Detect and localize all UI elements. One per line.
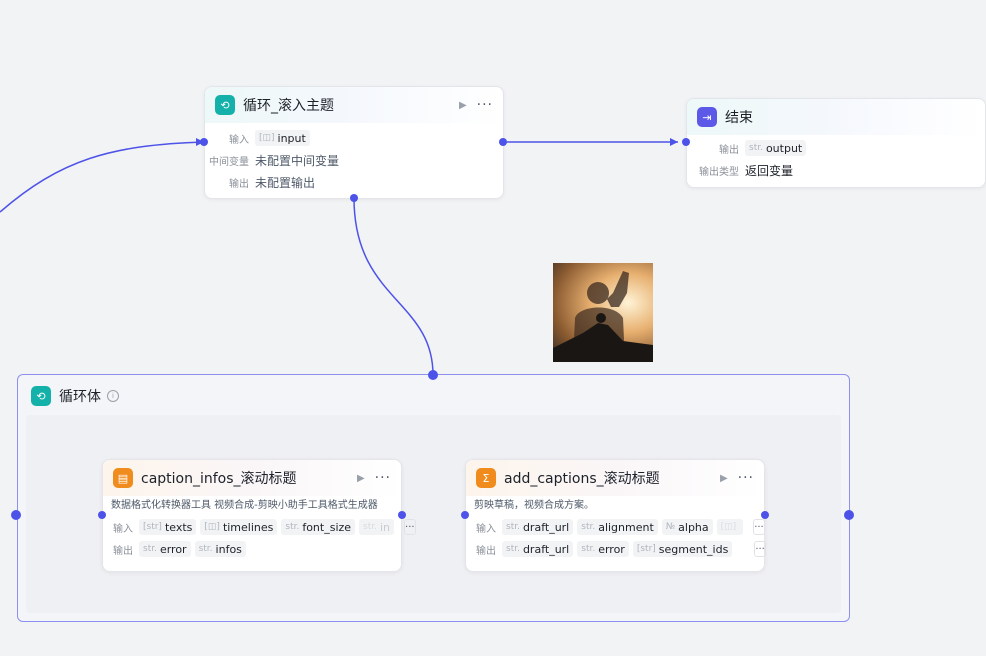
input-label: 输入 <box>229 134 249 146</box>
loop-body-top-port[interactable] <box>428 370 438 380</box>
end-icon: ⇥ <box>697 107 717 127</box>
more-inputs-button[interactable]: ··· <box>404 519 416 535</box>
edge-incoming-loop <box>0 141 205 213</box>
run-icon[interactable]: ▶ <box>720 473 728 484</box>
input-tag: str. alignment <box>577 519 658 535</box>
loop-body-left-port[interactable] <box>11 510 21 520</box>
end-output-label: 输出 <box>719 144 739 156</box>
loop-input-port[interactable] <box>200 138 208 146</box>
loop-body-icon: ⟲ <box>31 386 51 406</box>
caption-input-port[interactable] <box>98 511 106 519</box>
input-tag: № alpha <box>661 519 713 535</box>
output-label: 输出 <box>229 178 249 190</box>
more-icon[interactable]: ··· <box>477 97 493 113</box>
loop-body-port[interactable] <box>350 194 358 202</box>
add-captions-title: add_captions_滚动标题 <box>504 471 660 487</box>
end-output-tag: str. output <box>745 140 807 156</box>
caption-infos-description: 数据格式化转换器工具 视频合成-剪映小助手工具格式生成器 <box>111 500 378 511</box>
add-captions-header[interactable]: Σ add_captions_滚动标题 ▶ ··· <box>466 460 764 496</box>
loop-node-title: 循环_滚入主题 <box>243 98 334 114</box>
loop-body-right-port[interactable] <box>844 510 854 520</box>
edge-loop-to-body <box>353 197 434 376</box>
more-icon[interactable]: ··· <box>738 470 754 486</box>
caption-output-port[interactable] <box>398 511 406 519</box>
add-captions-input-label: 输入 <box>476 523 496 535</box>
run-icon[interactable]: ▶ <box>459 100 467 111</box>
input-tag: [◫] timelines <box>200 519 278 535</box>
caption-infos-node[interactable]: ▤ caption_infos_滚动标题 ▶ ··· 数据格式化转换器工具 视频… <box>102 459 416 572</box>
output-tag: str. error <box>577 541 629 557</box>
add-captions-node[interactable]: Σ add_captions_滚动标题 ▶ ··· 剪映草稿，视频合成方案。 输… <box>465 459 766 572</box>
input-tag: str. font_size <box>281 519 356 535</box>
end-input-port[interactable] <box>682 138 690 146</box>
output-type-value: 返回变量 <box>745 163 794 178</box>
input-tag: str. draft_url <box>502 519 574 535</box>
loop-node-header[interactable]: ⟲ 循环_滚入主题 ▶ ··· <box>205 87 503 123</box>
end-node-title: 结束 <box>725 110 753 126</box>
run-icon[interactable]: ▶ <box>357 473 365 484</box>
input-tag: str. in <box>359 519 395 535</box>
input-tag: [◫] <box>716 519 744 535</box>
plugin-icon: Σ <box>476 468 496 488</box>
middle-variable-label: 中间变量 <box>209 156 249 168</box>
add-captions-output-port[interactable] <box>761 511 769 519</box>
more-inputs-button[interactable]: ··· <box>753 519 765 535</box>
loop-icon: ⟲ <box>215 95 235 115</box>
loop-output-port[interactable] <box>499 138 507 146</box>
output-tag: [str] segment_ids <box>632 541 733 557</box>
output-tag: str. error <box>139 541 191 557</box>
end-node-header[interactable]: ⇥ 结束 <box>687 99 985 135</box>
loop-node[interactable]: ⟲ 循环_滚入主题 ▶ ··· 输入 [◫] input 中间变量 未配置中间变量… <box>204 86 504 199</box>
middle-variable-value: 未配置中间变量 <box>255 153 340 168</box>
plugin-icon: ▤ <box>113 468 133 488</box>
end-node[interactable]: ⇥ 结束 输出 str. output 输出类型 返回变量 <box>686 98 986 188</box>
output-value: 未配置输出 <box>255 175 316 190</box>
output-tag: str. draft_url <box>502 541 574 557</box>
add-captions-input-port[interactable] <box>461 511 469 519</box>
input-tag: [str] texts <box>139 519 197 535</box>
silhouette-photo <box>553 263 653 362</box>
output-tag: str. infos <box>194 541 246 557</box>
caption-input-label: 输入 <box>113 523 133 535</box>
caption-output-label: 输出 <box>113 545 133 557</box>
output-type-label: 输出类型 <box>699 166 739 178</box>
info-icon[interactable]: i <box>107 390 119 402</box>
input-tag: [◫] input <box>255 130 310 146</box>
caption-infos-header[interactable]: ▤ caption_infos_滚动标题 ▶ ··· <box>103 460 401 496</box>
caption-infos-title: caption_infos_滚动标题 <box>141 471 297 487</box>
more-icon[interactable]: ··· <box>375 470 391 486</box>
loop-body-title: 循环体 <box>59 389 101 405</box>
add-captions-description: 剪映草稿，视频合成方案。 <box>474 500 594 511</box>
add-captions-output-label: 输出 <box>476 545 496 557</box>
more-outputs-button[interactable]: ··· <box>754 541 766 557</box>
